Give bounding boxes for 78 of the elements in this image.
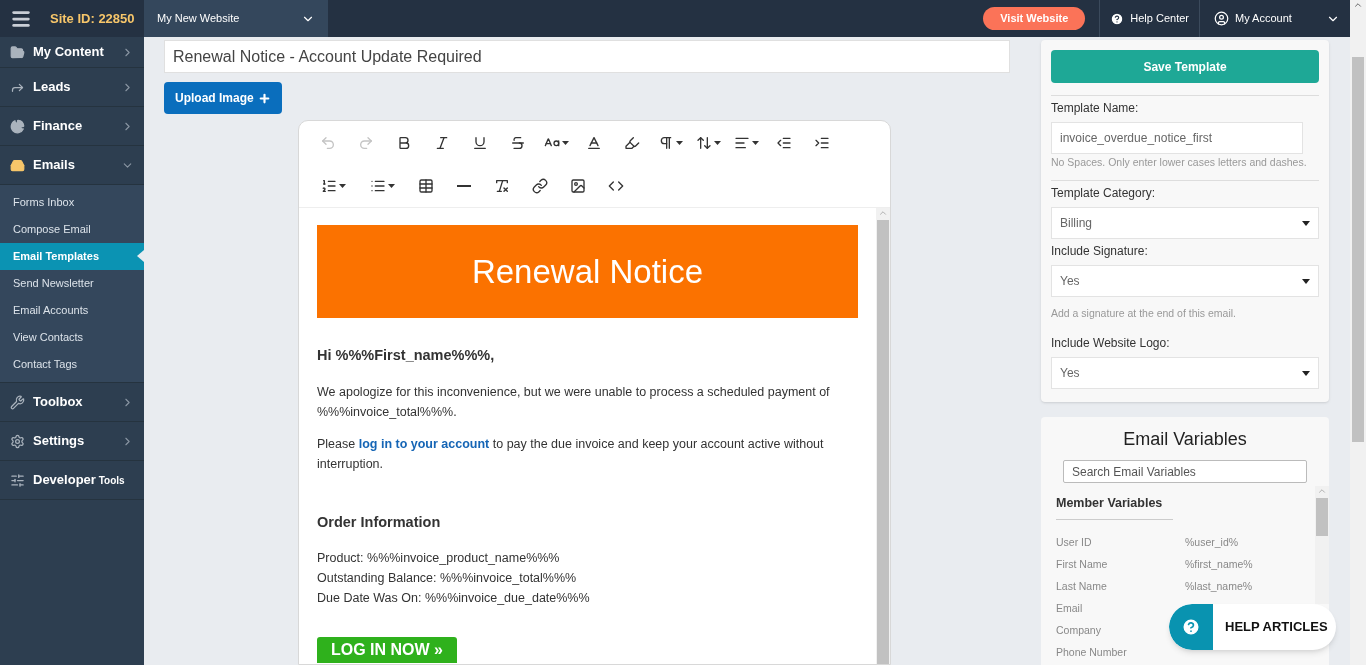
inbox-icon <box>10 157 25 173</box>
caret-icon <box>751 140 759 145</box>
select-field[interactable]: Yes <box>1051 265 1319 297</box>
caret-icon <box>339 183 346 188</box>
email-paragraph: Please log in to your account to pay the due invoice and keep your account active without interruption. <box>317 436 825 473</box>
caret-icon <box>1302 220 1310 226</box>
select-field[interactable]: Billing <box>1051 207 1319 239</box>
wrench-icon <box>10 394 25 410</box>
website-select[interactable]: My New Website <box>144 0 328 37</box>
variable-label: Email <box>1056 601 1084 617</box>
caret-icon <box>1302 370 1310 376</box>
submenu-item[interactable]: Email Accounts <box>0 297 144 324</box>
field-hint: Add a signature at the end of this email. <box>1051 306 1238 320</box>
variable-code[interactable]: %first_name% <box>1185 557 1253 573</box>
template-name-field[interactable]: invoice_overdue_notice_first <box>1051 122 1303 154</box>
order-line: Due Date Was On: %%%invoice_due_date%%% <box>317 590 591 607</box>
help-icon <box>1110 11 1125 26</box>
page-scrollbar[interactable] <box>1350 0 1366 665</box>
scrollbar-thumb[interactable] <box>1316 498 1328 536</box>
site-id: Site ID: 22850 <box>50 9 135 28</box>
scrollbar[interactable] <box>876 208 890 664</box>
banner-title: Renewal Notice <box>471 251 704 292</box>
order-line: Product: %%%invoice_product_name%%% <box>317 550 561 567</box>
sidebar-item[interactable]: Leads <box>0 68 144 107</box>
settings-icon <box>10 433 25 449</box>
variables-title: Email Variables <box>1122 428 1248 450</box>
sidebar-item[interactable]: Toolbox <box>0 383 144 422</box>
field-label: Template Name: <box>1051 101 1140 116</box>
active-pointer-icon <box>137 250 144 262</box>
variables-search-field[interactable]: Search Email Variables <box>1063 460 1307 483</box>
order-line: Outstanding Balance: %%%invoice_total%%% <box>317 570 578 587</box>
caret-icon <box>675 140 683 145</box>
user-icon <box>1214 11 1229 26</box>
login-link[interactable]: log in to your account <box>358 437 490 451</box>
variable-label: Company <box>1056 623 1102 639</box>
variable-label: User ID <box>1056 535 1093 551</box>
variable-code[interactable]: %user_id% <box>1185 535 1239 551</box>
field-label: Include Website Logo: <box>1051 336 1171 351</box>
submenu-item[interactable]: View Contacts <box>0 324 144 351</box>
field-hint: No Spaces. Only enter lower cases letters and dashes. <box>1051 155 1308 169</box>
help-center-link[interactable]: Help Center <box>1100 0 1199 37</box>
subject-field[interactable]: Renewal Notice - Account Update Required <box>164 40 1010 73</box>
sidebar-item[interactable]: Developer Tools <box>0 461 144 500</box>
submenu-item[interactable]: Compose Email <box>0 216 144 243</box>
caret-icon <box>1302 278 1310 284</box>
order-heading: Order Information <box>317 513 442 532</box>
variable-label: Last Name <box>1056 579 1108 595</box>
plus-icon <box>257 91 271 105</box>
upload-image-button[interactable]: Upload Image <box>164 82 282 114</box>
sidebar-item[interactable]: Finance <box>0 107 144 146</box>
variable-code[interactable]: %last_name% <box>1185 579 1253 595</box>
sidebar-item[interactable]: Settings <box>0 422 144 461</box>
submenu-item[interactable]: Forms Inbox <box>0 189 144 216</box>
folder-icon <box>10 44 25 60</box>
variables-scrollbar[interactable] <box>1315 486 1329 604</box>
email-paragraph: We apologize for this inconvenience, but we were unable to process a scheduled payment of %%%invoice_total%%%. <box>317 384 831 421</box>
variable-label: First Name <box>1056 557 1109 573</box>
help-articles-button[interactable]: HELP ARTICLES <box>1169 604 1336 650</box>
caret-icon <box>561 140 569 145</box>
email-greeting: Hi %%%First_name%%%, <box>317 346 496 365</box>
scrollbar-thumb[interactable] <box>1352 57 1364 442</box>
caret-icon <box>713 140 721 145</box>
sliders-icon <box>10 472 25 488</box>
submenu-item[interactable]: Email Templates <box>0 243 144 270</box>
caret-icon <box>388 183 395 188</box>
sidebar-item[interactable]: My Content <box>0 37 144 68</box>
submenu-item[interactable]: Send Newsletter <box>0 270 144 297</box>
pie-chart-icon <box>10 118 25 134</box>
field-label: Template Category: <box>1051 186 1157 201</box>
scrollbar-thumb[interactable] <box>877 220 889 664</box>
scroll-up-icon[interactable] <box>1353 0 1363 10</box>
variable-label: Phone Number <box>1056 645 1128 661</box>
variables-section-title: Member Variables <box>1056 496 1173 520</box>
account-menu[interactable]: My Account <box>1200 0 1350 37</box>
field-label: Include Signature: <box>1051 244 1149 259</box>
submenu-item[interactable]: Contact Tags <box>0 351 144 378</box>
help-icon <box>1181 617 1201 637</box>
select-field[interactable]: Yes <box>1051 357 1319 389</box>
